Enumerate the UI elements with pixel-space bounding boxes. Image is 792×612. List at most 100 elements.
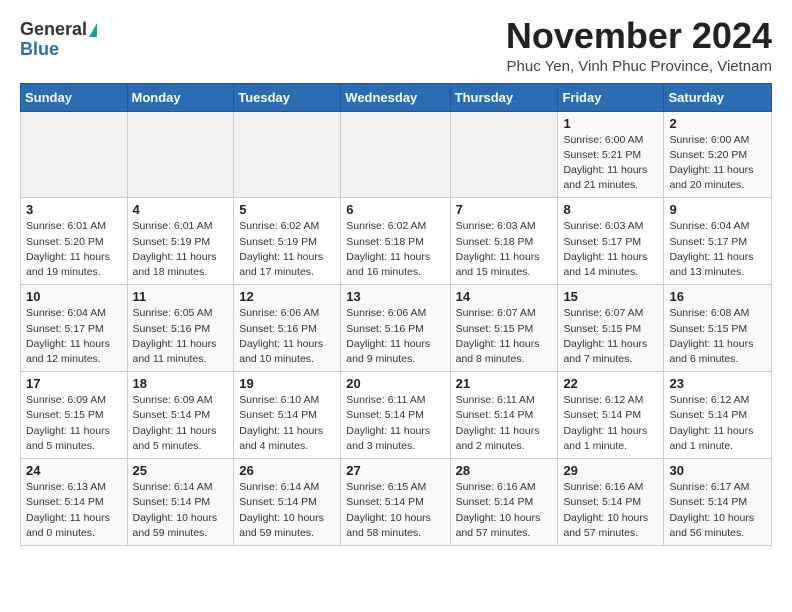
calendar-cell: 22 Sunrise: 6:12 AM Sunset: 5:14 PM Dayli… bbox=[558, 372, 664, 459]
day-info: Sunrise: 6:04 AM Sunset: 5:17 PM Dayligh… bbox=[26, 306, 122, 367]
day-info: Sunrise: 6:08 AM Sunset: 5:15 PM Dayligh… bbox=[669, 306, 766, 367]
day-number: 2 bbox=[669, 116, 766, 131]
day-number: 10 bbox=[26, 289, 122, 304]
day-number: 24 bbox=[26, 463, 122, 478]
day-info: Sunrise: 6:11 AM Sunset: 5:14 PM Dayligh… bbox=[346, 393, 444, 454]
day-number: 14 bbox=[456, 289, 553, 304]
calendar-cell: 15 Sunrise: 6:07 AM Sunset: 5:15 PM Dayli… bbox=[558, 285, 664, 372]
calendar-cell: 13 Sunrise: 6:06 AM Sunset: 5:16 PM Dayli… bbox=[341, 285, 450, 372]
day-info: Sunrise: 6:03 AM Sunset: 5:18 PM Dayligh… bbox=[456, 219, 553, 280]
day-number: 30 bbox=[669, 463, 766, 478]
calendar-cell: 23 Sunrise: 6:12 AM Sunset: 5:14 PM Dayli… bbox=[664, 372, 772, 459]
day-info: Sunrise: 6:01 AM Sunset: 5:19 PM Dayligh… bbox=[133, 219, 229, 280]
calendar-cell bbox=[450, 111, 558, 198]
day-info: Sunrise: 6:07 AM Sunset: 5:15 PM Dayligh… bbox=[456, 306, 553, 367]
day-number: 28 bbox=[456, 463, 553, 478]
weekday-header-friday: Friday bbox=[558, 83, 664, 111]
day-number: 29 bbox=[563, 463, 658, 478]
day-number: 9 bbox=[669, 202, 766, 217]
calendar-cell: 5 Sunrise: 6:02 AM Sunset: 5:19 PM Daylig… bbox=[234, 198, 341, 285]
day-number: 22 bbox=[563, 376, 658, 391]
weekday-header-sunday: Sunday bbox=[21, 83, 128, 111]
day-info: Sunrise: 6:15 AM Sunset: 5:14 PM Dayligh… bbox=[346, 480, 444, 541]
day-info: Sunrise: 6:16 AM Sunset: 5:14 PM Dayligh… bbox=[456, 480, 553, 541]
day-info: Sunrise: 6:14 AM Sunset: 5:14 PM Dayligh… bbox=[133, 480, 229, 541]
day-number: 23 bbox=[669, 376, 766, 391]
day-info: Sunrise: 6:03 AM Sunset: 5:17 PM Dayligh… bbox=[563, 219, 658, 280]
day-info: Sunrise: 6:12 AM Sunset: 5:14 PM Dayligh… bbox=[669, 393, 766, 454]
day-info: Sunrise: 6:04 AM Sunset: 5:17 PM Dayligh… bbox=[669, 219, 766, 280]
day-number: 11 bbox=[133, 289, 229, 304]
day-info: Sunrise: 6:16 AM Sunset: 5:14 PM Dayligh… bbox=[563, 480, 658, 541]
calendar-cell: 2 Sunrise: 6:00 AM Sunset: 5:20 PM Daylig… bbox=[664, 111, 772, 198]
calendar-cell: 18 Sunrise: 6:09 AM Sunset: 5:14 PM Dayli… bbox=[127, 372, 234, 459]
day-info: Sunrise: 6:06 AM Sunset: 5:16 PM Dayligh… bbox=[239, 306, 335, 367]
day-number: 13 bbox=[346, 289, 444, 304]
day-number: 20 bbox=[346, 376, 444, 391]
weekday-header-saturday: Saturday bbox=[664, 83, 772, 111]
calendar-cell: 25 Sunrise: 6:14 AM Sunset: 5:14 PM Dayli… bbox=[127, 459, 234, 546]
day-number: 3 bbox=[26, 202, 122, 217]
calendar-cell: 9 Sunrise: 6:04 AM Sunset: 5:17 PM Daylig… bbox=[664, 198, 772, 285]
logo: General Blue bbox=[20, 20, 97, 60]
calendar-cell: 17 Sunrise: 6:09 AM Sunset: 5:15 PM Dayli… bbox=[21, 372, 128, 459]
day-info: Sunrise: 6:17 AM Sunset: 5:14 PM Dayligh… bbox=[669, 480, 766, 541]
calendar-cell: 14 Sunrise: 6:07 AM Sunset: 5:15 PM Dayli… bbox=[450, 285, 558, 372]
weekday-header-thursday: Thursday bbox=[450, 83, 558, 111]
day-number: 7 bbox=[456, 202, 553, 217]
calendar-cell: 30 Sunrise: 6:17 AM Sunset: 5:14 PM Dayli… bbox=[664, 459, 772, 546]
day-info: Sunrise: 6:02 AM Sunset: 5:18 PM Dayligh… bbox=[346, 219, 444, 280]
day-info: Sunrise: 6:06 AM Sunset: 5:16 PM Dayligh… bbox=[346, 306, 444, 367]
day-number: 26 bbox=[239, 463, 335, 478]
calendar-cell: 20 Sunrise: 6:11 AM Sunset: 5:14 PM Dayli… bbox=[341, 372, 450, 459]
calendar-cell bbox=[127, 111, 234, 198]
day-number: 19 bbox=[239, 376, 335, 391]
calendar-cell: 11 Sunrise: 6:05 AM Sunset: 5:16 PM Dayli… bbox=[127, 285, 234, 372]
day-info: Sunrise: 6:09 AM Sunset: 5:14 PM Dayligh… bbox=[133, 393, 229, 454]
weekday-header-wednesday: Wednesday bbox=[341, 83, 450, 111]
calendar-cell: 24 Sunrise: 6:13 AM Sunset: 5:14 PM Dayli… bbox=[21, 459, 128, 546]
day-number: 5 bbox=[239, 202, 335, 217]
day-number: 4 bbox=[133, 202, 229, 217]
day-number: 8 bbox=[563, 202, 658, 217]
calendar-cell: 6 Sunrise: 6:02 AM Sunset: 5:18 PM Daylig… bbox=[341, 198, 450, 285]
day-info: Sunrise: 6:12 AM Sunset: 5:14 PM Dayligh… bbox=[563, 393, 658, 454]
day-number: 17 bbox=[26, 376, 122, 391]
day-number: 6 bbox=[346, 202, 444, 217]
logo-icon bbox=[89, 23, 97, 37]
day-info: Sunrise: 6:13 AM Sunset: 5:14 PM Dayligh… bbox=[26, 480, 122, 541]
calendar-cell: 10 Sunrise: 6:04 AM Sunset: 5:17 PM Dayli… bbox=[21, 285, 128, 372]
calendar-cell bbox=[21, 111, 128, 198]
day-info: Sunrise: 6:10 AM Sunset: 5:14 PM Dayligh… bbox=[239, 393, 335, 454]
day-info: Sunrise: 6:01 AM Sunset: 5:20 PM Dayligh… bbox=[26, 219, 122, 280]
calendar-cell: 27 Sunrise: 6:15 AM Sunset: 5:14 PM Dayli… bbox=[341, 459, 450, 546]
calendar-cell: 7 Sunrise: 6:03 AM Sunset: 5:18 PM Daylig… bbox=[450, 198, 558, 285]
day-info: Sunrise: 6:05 AM Sunset: 5:16 PM Dayligh… bbox=[133, 306, 229, 367]
day-number: 16 bbox=[669, 289, 766, 304]
day-info: Sunrise: 6:00 AM Sunset: 5:20 PM Dayligh… bbox=[669, 133, 766, 194]
day-number: 18 bbox=[133, 376, 229, 391]
calendar: SundayMondayTuesdayWednesdayThursdayFrid… bbox=[20, 83, 772, 546]
title-area: November 2024 Phuc Yen, Vinh Phuc Provin… bbox=[506, 16, 772, 75]
day-number: 27 bbox=[346, 463, 444, 478]
weekday-header-tuesday: Tuesday bbox=[234, 83, 341, 111]
day-number: 25 bbox=[133, 463, 229, 478]
calendar-cell: 21Sunrise: 6:11 AM Sunset: 5:14 PM Dayli… bbox=[450, 372, 558, 459]
calendar-cell: 1Sunrise: 6:00 AM Sunset: 5:21 PM Daylig… bbox=[558, 111, 664, 198]
day-info: Sunrise: 6:07 AM Sunset: 5:15 PM Dayligh… bbox=[563, 306, 658, 367]
day-number: 15 bbox=[563, 289, 658, 304]
day-info: Sunrise: 6:02 AM Sunset: 5:19 PM Dayligh… bbox=[239, 219, 335, 280]
calendar-cell: 12 Sunrise: 6:06 AM Sunset: 5:16 PM Dayli… bbox=[234, 285, 341, 372]
calendar-cell: 8 Sunrise: 6:03 AM Sunset: 5:17 PM Daylig… bbox=[558, 198, 664, 285]
calendar-cell bbox=[341, 111, 450, 198]
day-number: 12 bbox=[239, 289, 335, 304]
day-info: Sunrise: 6:09 AM Sunset: 5:15 PM Dayligh… bbox=[26, 393, 122, 454]
calendar-cell: 16 Sunrise: 6:08 AM Sunset: 5:15 PM Dayli… bbox=[664, 285, 772, 372]
weekday-header-monday: Monday bbox=[127, 83, 234, 111]
logo-general-text: General bbox=[20, 20, 87, 40]
day-info: Sunrise: 6:14 AM Sunset: 5:14 PM Dayligh… bbox=[239, 480, 335, 541]
calendar-cell: 28 Sunrise: 6:16 AM Sunset: 5:14 PM Dayli… bbox=[450, 459, 558, 546]
day-number: 1 bbox=[563, 116, 658, 131]
calendar-cell: 26 Sunrise: 6:14 AM Sunset: 5:14 PM Dayli… bbox=[234, 459, 341, 546]
calendar-cell: 4 Sunrise: 6:01 AM Sunset: 5:19 PM Daylig… bbox=[127, 198, 234, 285]
